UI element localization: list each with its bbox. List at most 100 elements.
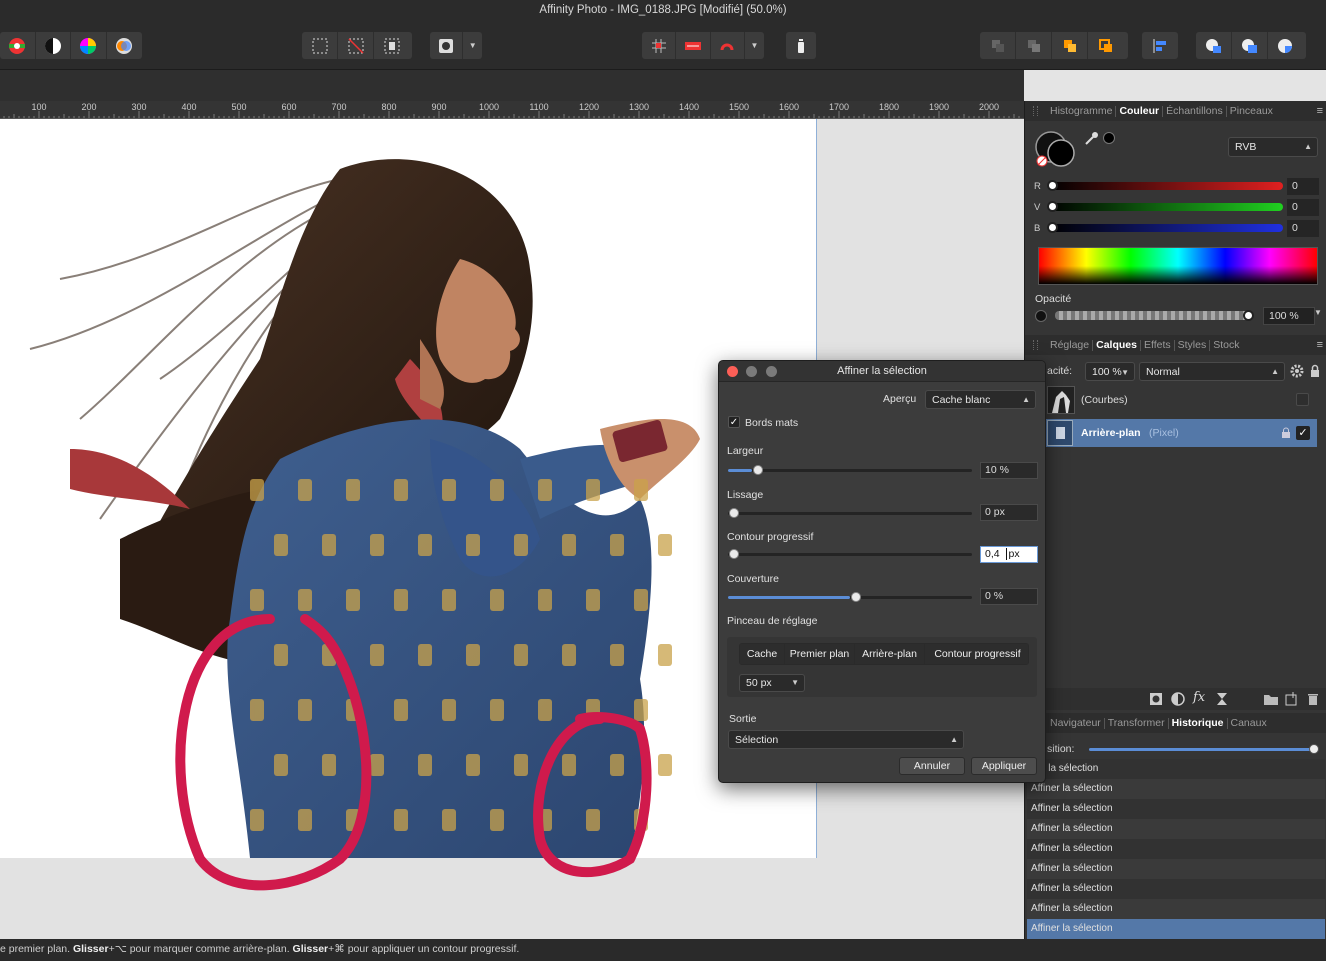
- channel-slider[interactable]: [1049, 182, 1283, 190]
- photo-persona-icon[interactable]: [0, 32, 36, 59]
- tab-styles[interactable]: Styles: [1175, 339, 1211, 351]
- add-layer-icon[interactable]: [1285, 692, 1299, 706]
- layer-visibility-checkbox[interactable]: ✓: [1296, 426, 1310, 440]
- history-item[interactable]: Affiner la sélection: [1027, 879, 1325, 899]
- tab-channels[interactable]: Canaux: [1228, 717, 1270, 729]
- brush-mode-foreground[interactable]: Premier plan: [785, 644, 855, 664]
- context-toolbar-icon[interactable]: [786, 32, 816, 59]
- minimize-button[interactable]: [746, 366, 757, 377]
- history-item[interactable]: ner la sélection: [1027, 759, 1325, 779]
- cancel-button[interactable]: Annuler: [899, 757, 965, 775]
- smoothing-slider-knob[interactable]: [729, 508, 739, 518]
- invert-selection-icon[interactable]: [374, 32, 410, 59]
- feather-slider[interactable]: [728, 549, 972, 559]
- fill-stroke-swatch[interactable]: [1033, 129, 1083, 171]
- layer-row-background[interactable]: Arrière-plan (Pixel) ✓: [1045, 419, 1317, 447]
- layer-visibility-checkbox[interactable]: [1296, 393, 1309, 406]
- gear-icon[interactable]: [1290, 364, 1304, 378]
- folder-icon[interactable]: [1263, 692, 1279, 706]
- adjustment-icon[interactable]: [1171, 692, 1185, 706]
- channel-slider-knob[interactable]: [1047, 201, 1058, 212]
- panel-menu-icon[interactable]: ≡: [1317, 105, 1323, 117]
- tone-icon[interactable]: [107, 32, 142, 59]
- brush-size-select[interactable]: 50 px ▼: [739, 674, 805, 692]
- brush-mode-mask[interactable]: Cache: [740, 644, 785, 664]
- brush-mode-background[interactable]: Arrière-plan: [855, 644, 925, 664]
- tab-effects[interactable]: Effets: [1141, 339, 1175, 351]
- panel-menu-icon[interactable]: ≡: [1317, 339, 1323, 351]
- tab-transform[interactable]: Transformer: [1105, 717, 1169, 729]
- document-canvas[interactable]: [0, 119, 816, 891]
- apply-button[interactable]: Appliquer: [971, 757, 1037, 775]
- smoothing-slider[interactable]: [728, 508, 972, 518]
- horizontal-ruler[interactable]: 100 200 300 400 500 600 700 800 900 1000 1100 1200 1…: [0, 101, 1024, 119]
- coverage-value[interactable]: 0 %: [980, 588, 1038, 605]
- channel-slider-knob[interactable]: [1047, 222, 1058, 233]
- lock-icon[interactable]: [1309, 364, 1321, 378]
- channel-value[interactable]: 0: [1287, 199, 1319, 216]
- fx-icon[interactable]: fx: [1193, 690, 1205, 705]
- blend-mode-select[interactable]: Normal ▲: [1139, 362, 1285, 381]
- width-slider[interactable]: [728, 465, 972, 475]
- move-back-icon[interactable]: [1016, 32, 1052, 59]
- move-forward-icon[interactable]: [1052, 32, 1088, 59]
- opacity-slider[interactable]: [1055, 311, 1251, 320]
- feather-value-field[interactable]: 0,4 px: [980, 546, 1038, 563]
- opacity-slider-knob[interactable]: [1243, 310, 1254, 321]
- feather-slider-knob[interactable]: [729, 549, 739, 559]
- eyedropper-icon[interactable]: [1083, 131, 1099, 147]
- deselect-icon[interactable]: [338, 32, 374, 59]
- intersect-shape-icon[interactable]: [1268, 32, 1304, 59]
- brush-mode-feather[interactable]: Contour progressif: [925, 644, 1028, 664]
- history-item[interactable]: Affiner la sélection: [1027, 859, 1325, 879]
- layer-opacity-select[interactable]: 100 % ▼: [1085, 362, 1135, 381]
- contrast-icon[interactable]: [36, 32, 71, 59]
- layer-row-curves[interactable]: (Courbes): [1045, 385, 1317, 415]
- matte-edges-checkbox[interactable]: ✓: [728, 416, 740, 428]
- color-mode-select[interactable]: RVB ▲: [1228, 137, 1318, 157]
- chevron-down-icon[interactable]: ▼: [1314, 308, 1322, 317]
- align-icon[interactable]: [1142, 32, 1178, 59]
- trash-icon[interactable]: [1307, 692, 1319, 706]
- history-item[interactable]: Affiner la sélection: [1027, 779, 1325, 799]
- close-button[interactable]: [727, 366, 738, 377]
- history-item[interactable]: Affiner la sélection: [1027, 799, 1325, 819]
- mask-layer-icon[interactable]: [1149, 692, 1163, 706]
- tab-navigator[interactable]: Navigateur: [1047, 717, 1105, 729]
- width-slider-knob[interactable]: [753, 465, 764, 475]
- tab-color[interactable]: Couleur: [1116, 105, 1164, 117]
- coverage-slider[interactable]: [728, 592, 972, 602]
- opacity-value[interactable]: 100 %: [1263, 307, 1315, 325]
- tab-swatches[interactable]: Échantillons: [1163, 105, 1227, 117]
- subtract-shape-icon[interactable]: [1232, 32, 1268, 59]
- preview-select[interactable]: Cache blanc ▲: [925, 390, 1036, 409]
- tab-brushes[interactable]: Pinceaux: [1227, 105, 1276, 117]
- history-item[interactable]: Affiner la sélection: [1027, 919, 1325, 939]
- history-position-slider[interactable]: [1089, 748, 1315, 751]
- color-spectrum[interactable]: [1038, 247, 1318, 285]
- quick-mask-icon[interactable]: [430, 32, 464, 59]
- channel-slider[interactable]: [1049, 203, 1283, 211]
- history-position-knob[interactable]: [1309, 744, 1319, 754]
- lock-icon[interactable]: [1281, 427, 1291, 439]
- channel-slider-knob[interactable]: [1047, 180, 1058, 191]
- history-item[interactable]: Affiner la sélection: [1027, 819, 1325, 839]
- history-item[interactable]: Affiner la sélection: [1027, 839, 1325, 859]
- move-to-back-icon[interactable]: [980, 32, 1016, 59]
- channel-value[interactable]: 0: [1287, 178, 1319, 195]
- channel-value[interactable]: 0: [1287, 220, 1319, 237]
- tab-history[interactable]: Historique: [1169, 717, 1228, 729]
- grid-icon[interactable]: [642, 32, 677, 59]
- move-to-front-icon[interactable]: [1088, 32, 1124, 59]
- coverage-slider-knob[interactable]: [851, 592, 861, 602]
- tab-adjustment[interactable]: Réglage: [1047, 339, 1094, 351]
- live-filter-icon[interactable]: [1215, 692, 1229, 706]
- channel-slider[interactable]: [1049, 224, 1283, 232]
- zoom-button[interactable]: [766, 366, 777, 377]
- tab-histogram[interactable]: Histogramme: [1047, 105, 1117, 117]
- snapping-magnet-icon[interactable]: [711, 32, 745, 59]
- smoothing-value[interactable]: 0 px: [980, 504, 1038, 521]
- chevron-down-icon[interactable]: ▼: [463, 32, 482, 59]
- history-item[interactable]: Affiner la sélection: [1027, 899, 1325, 919]
- color-wheel-icon[interactable]: [71, 32, 107, 59]
